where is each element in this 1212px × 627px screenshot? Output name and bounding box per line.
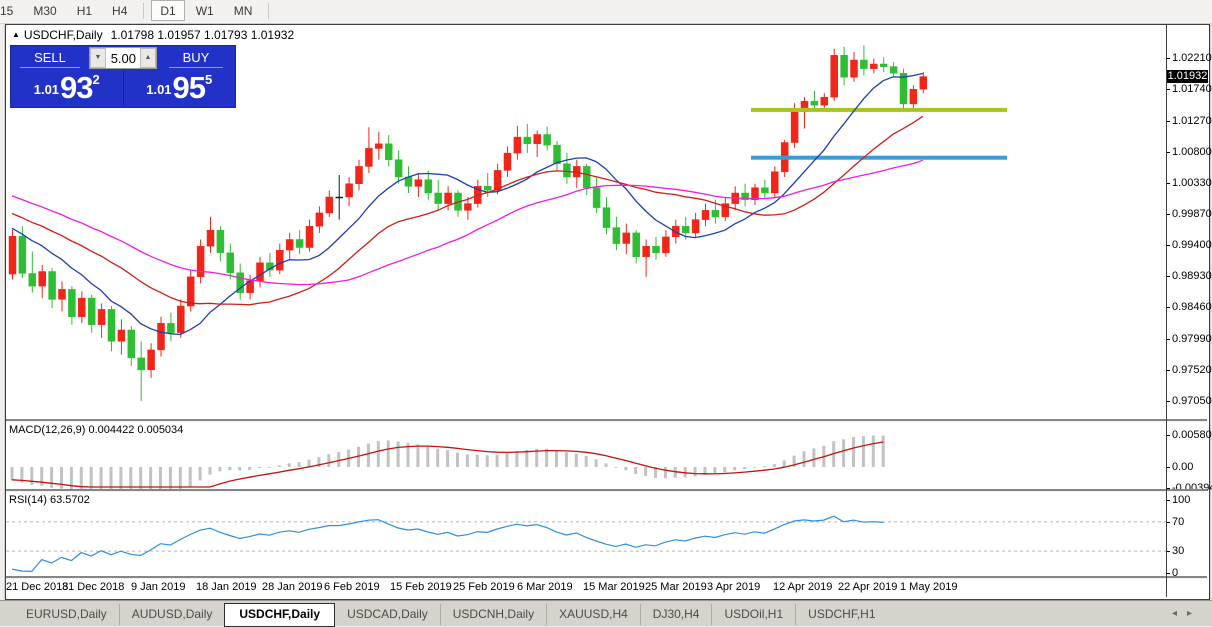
collapse-arrow-icon[interactable]: ▲ xyxy=(12,30,20,39)
tab-USDCNH-Daily[interactable]: USDCNH,Daily xyxy=(440,604,546,625)
volume-input[interactable]: 5.00 xyxy=(106,48,140,68)
chart-title: ▲ USDCHF,Daily 1.01798 1.01957 1.01793 1.0… xyxy=(12,28,294,42)
timeframe-button-W1[interactable]: W1 xyxy=(187,0,223,21)
tab-USDCHF-Daily[interactable]: USDCHF,Daily xyxy=(224,603,335,627)
symbol-tab-bar: EURUSD,DailyAUDUSD,DailyUSDCHF,DailyUSDC… xyxy=(0,600,1212,626)
price-tick-label: 0.97050 xyxy=(1172,395,1212,408)
date-tick-label: 1 May 2019 xyxy=(900,581,957,593)
timeframe-button-15[interactable]: 15 xyxy=(0,0,22,21)
rsi-line xyxy=(12,516,883,571)
current-price-tag: 1.01932 xyxy=(1167,70,1208,83)
tab-AUDUSD-Daily[interactable]: AUDUSD,Daily xyxy=(119,604,225,625)
rsi-tick-label: 100 xyxy=(1172,494,1190,507)
timeframe-button-H4[interactable]: H4 xyxy=(103,0,136,21)
trendline-hline_blue xyxy=(751,156,1007,160)
timeframe-button-H1[interactable]: H1 xyxy=(68,0,101,21)
buy-price[interactable]: 1.01955 xyxy=(124,70,236,106)
rsi-tick-label: 30 xyxy=(1172,545,1184,558)
price-tick-label: 1.01740 xyxy=(1172,83,1212,96)
tab-EURUSD-Daily[interactable]: EURUSD,Daily xyxy=(14,604,119,625)
volume-decrease-button[interactable]: ▼ xyxy=(90,48,106,68)
price-tick-label: 0.99400 xyxy=(1172,239,1212,252)
tab-USDOil-H1[interactable]: USDOil,H1 xyxy=(711,604,795,625)
volume-control: ▼ 5.00 ▲ xyxy=(89,47,157,69)
date-tick-label: 6 Mar 2019 xyxy=(517,581,573,593)
trendline-hline_olive xyxy=(751,108,1007,112)
date-tick-label: 12 Apr 2019 xyxy=(773,581,832,593)
rsi-tick-label: 70 xyxy=(1172,516,1184,529)
price-tick-label: 0.98460 xyxy=(1172,301,1212,314)
date-tick-label: 25 Feb 2019 xyxy=(453,581,515,593)
date-tick-label: 6 Feb 2019 xyxy=(324,581,380,593)
sell-price[interactable]: 1.01932 xyxy=(11,70,123,106)
tab-XAUUSD-H4[interactable]: XAUUSD,H4 xyxy=(546,604,640,625)
date-tick-label: 22 Apr 2019 xyxy=(838,581,897,593)
timeframe-button-D1[interactable]: D1 xyxy=(151,0,184,21)
one-click-trading-panel: SELL ▼ 5.00 ▲ BUY 1.01932 1.01955 xyxy=(10,45,236,108)
date-tick-label: 9 Jan 2019 xyxy=(131,581,185,593)
date-tick-label: 3 Apr 2019 xyxy=(707,581,760,593)
date-tick-label: 28 Jan 2019 xyxy=(262,581,323,593)
tab-DJ30-H4[interactable]: DJ30,H4 xyxy=(640,604,712,625)
price-tick-label: 0.97520 xyxy=(1172,364,1212,377)
chart-content: ▲ USDCHF,Daily 1.01798 1.01957 1.01793 1.0… xyxy=(6,25,1207,597)
date-tick-label: 18 Jan 2019 xyxy=(196,581,257,593)
date-tick-label: 15 Feb 2019 xyxy=(390,581,452,593)
chart-symbol-label: USDCHF,Daily xyxy=(24,28,103,42)
price-tick-label: 0.97990 xyxy=(1172,333,1212,346)
rsi-indicator-label: RSI(14) 63.5702 xyxy=(9,494,90,506)
panel-separator[interactable] xyxy=(6,489,1207,492)
price-tick-label: 0.99870 xyxy=(1172,208,1212,221)
panel-separator[interactable] xyxy=(6,419,1207,422)
chart-window: ▲ USDCHF,Daily 1.01798 1.01957 1.01793 1.0… xyxy=(5,24,1210,600)
buy-button[interactable]: BUY xyxy=(157,46,235,70)
price-tick-label: 1.01270 xyxy=(1172,115,1212,128)
tab-USDCAD-Daily[interactable]: USDCAD,Daily xyxy=(335,604,440,625)
macd-tick-label: 0.00 xyxy=(1172,461,1193,474)
date-tick-label: 15 Mar 2019 xyxy=(583,581,645,593)
price-tick-label: 0.98930 xyxy=(1172,270,1212,283)
rsi-panel xyxy=(6,492,1166,576)
date-tick-label: 25 Mar 2019 xyxy=(645,581,707,593)
panel-separator xyxy=(6,576,1207,579)
date-tick-label: 31 Dec 2018 xyxy=(62,581,124,593)
price-axis-border xyxy=(1166,25,1167,597)
price-tick-label: 1.02210 xyxy=(1172,52,1212,65)
sell-button[interactable]: SELL xyxy=(11,46,89,70)
toolbar-separator xyxy=(268,3,269,19)
timeframe-button-MN[interactable]: MN xyxy=(225,0,262,21)
macd-tick-label: 0.005805 xyxy=(1172,429,1212,442)
timeframe-toolbar: 15M30H1H4 D1W1MN xyxy=(0,0,1212,24)
price-tick-label: 1.00800 xyxy=(1172,146,1212,159)
ma-slow-line xyxy=(12,160,923,284)
macd-indicator-label: MACD(12,26,9) 0.004422 0.005034 xyxy=(9,424,183,436)
price-tick-label: 1.00330 xyxy=(1172,177,1212,190)
volume-increase-button[interactable]: ▲ xyxy=(140,48,156,68)
tab-USDCHF-H1[interactable]: USDCHF,H1 xyxy=(795,604,887,625)
tab-scroll-arrows[interactable]: ◂▸ xyxy=(1172,608,1202,619)
chart-ohlc-values: 1.01798 1.01957 1.01793 1.01932 xyxy=(111,28,295,42)
toolbar-separator xyxy=(143,3,144,19)
timeframe-button-M30[interactable]: M30 xyxy=(24,0,65,21)
date-tick-label: 21 Dec 2018 xyxy=(6,581,68,593)
